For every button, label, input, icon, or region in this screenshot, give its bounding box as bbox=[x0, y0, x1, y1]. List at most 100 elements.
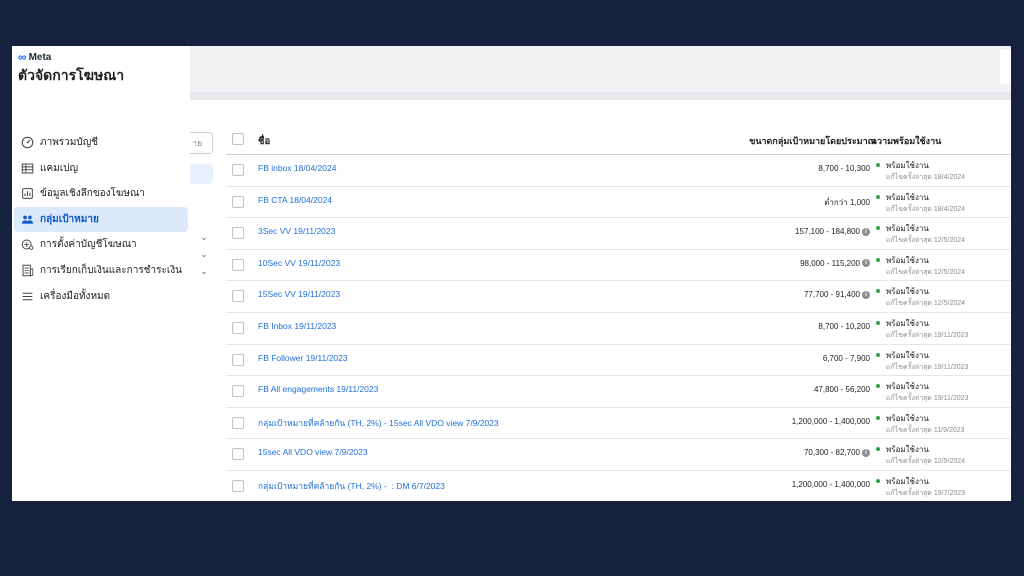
sidebar-item-6[interactable]: เครื่องมือทั้งหมด bbox=[14, 284, 188, 309]
sidebar-item-label: กลุ่มเป้าหมาย bbox=[40, 213, 99, 225]
status-dot-icon bbox=[876, 163, 880, 167]
chevron-down-icon[interactable]: ⌄ bbox=[199, 232, 209, 249]
row-checkbox[interactable] bbox=[232, 290, 244, 303]
table-row[interactable]: กลุ่มเป้าหมายที่คล้ายกัน (TH, 2%) - 15se… bbox=[226, 408, 1011, 440]
table-row[interactable]: 3Sec VV 19/11/2023 157,100 - 184,800 i พร้อ… bbox=[226, 218, 1011, 250]
status-label: พร้อมใช้งาน bbox=[886, 161, 929, 170]
last-edited-text: แก้ไขครั้งล่าสุด 11/9/2023 bbox=[886, 426, 965, 434]
sidebar-item-label: การตั้งค่าบัญชีโฆษณา bbox=[40, 239, 137, 251]
audience-name-link[interactable]: 3Sec VV 19/11/2023 bbox=[258, 226, 335, 236]
table-row[interactable]: 10Sec VV 19/11/2023 98,000 - 115,200 i พร้อ… bbox=[226, 250, 1011, 282]
sidebar-item-4[interactable]: การตั้งค่าบัญชีโฆษณา bbox=[14, 232, 188, 257]
audience-name-link[interactable]: 15sec All VDO view 7/9/2023 bbox=[258, 447, 368, 457]
table-row[interactable]: FB All engagements 19/11/2023 47,800 - 56… bbox=[226, 376, 1011, 408]
audience-name-link[interactable]: FB Inbox 19/11/2023 bbox=[258, 321, 336, 331]
row-checkbox[interactable] bbox=[232, 353, 244, 366]
audience-name-link[interactable]: กลุ่มเป้าหมายที่คล้ายกัน (TH, 2%) - ‍ : … bbox=[258, 479, 445, 493]
audience-size: 1,200,000 - 1,400,000 bbox=[792, 417, 870, 426]
table-row[interactable]: FB Follower 19/11/2023 6,700 - 7,900 พร้อม… bbox=[226, 345, 1011, 377]
info-icon[interactable]: i bbox=[862, 290, 870, 299]
column-header-size[interactable]: ขนาดกลุ่มเป้าหมายโดยประมาณ bbox=[749, 134, 876, 148]
audience-icon bbox=[20, 212, 34, 226]
table-row[interactable]: FB Inbox 19/11/2023 8,700 - 10,200 พร้อมใช… bbox=[226, 313, 1011, 345]
audience-size-value: 6,700 - 7,900 bbox=[822, 353, 870, 363]
row-checkbox[interactable] bbox=[232, 416, 244, 429]
row-checkbox[interactable] bbox=[232, 227, 244, 240]
sidebar-item-0[interactable]: ภาพรวมบัญชี bbox=[14, 130, 188, 155]
info-icon[interactable]: i bbox=[862, 448, 870, 457]
sidebar-item-label: ข้อมูลเชิงลึกของโฆษณา bbox=[40, 188, 145, 200]
sidebar-item-3[interactable]: กลุ่มเป้าหมาย bbox=[14, 206, 188, 232]
settings-icon bbox=[20, 238, 34, 252]
nav-chevrons: ⌄ ⌄ ⌄ bbox=[199, 232, 209, 283]
audience-size: 1,200,000 - 1,400,000 bbox=[792, 480, 870, 489]
status-label: พร้อมใช้งาน bbox=[886, 350, 929, 360]
meta-logo[interactable]: ∞ Meta bbox=[18, 50, 51, 64]
select-all-checkbox[interactable] bbox=[232, 133, 244, 145]
audience-size: 6,700 - 7,900 bbox=[823, 354, 870, 363]
insights-icon bbox=[20, 187, 34, 201]
audience-size-value: 157,100 - 184,800 bbox=[795, 227, 860, 237]
chevron-down-icon[interactable]: ⌄ bbox=[199, 266, 209, 283]
audience-name-link[interactable]: FB inbox 18/04/2024 bbox=[258, 163, 336, 173]
chevron-down-icon[interactable]: ⌄ bbox=[199, 249, 209, 266]
status-dot-icon bbox=[876, 352, 880, 357]
sidebar-item-2[interactable]: ข้อมูลเชิงลึกของโฆษณา bbox=[14, 181, 188, 206]
table-row[interactable]: 15sec All VDO view 7/9/2023 70,300 - 82,7… bbox=[226, 439, 1011, 471]
audience-size-value: 1,200,000 - 1,400,000 bbox=[791, 416, 870, 426]
status-label: พร้อมใช้งาน bbox=[886, 255, 929, 265]
status-label: พร้อมใช้งาน bbox=[886, 192, 929, 202]
top-bar-divider bbox=[190, 92, 1011, 100]
column-header-availability[interactable]: ความพร้อมใช้งาน bbox=[871, 134, 941, 148]
status-dot-icon bbox=[876, 447, 880, 452]
status-label: พร้อมใช้งาน bbox=[886, 287, 929, 297]
search-input-text: าย bbox=[192, 138, 203, 148]
audience-size: 47,800 - 56,200 bbox=[814, 385, 870, 394]
audience-name-link[interactable]: 15Sec VV 19/11/2023 bbox=[258, 289, 340, 299]
row-checkbox[interactable] bbox=[232, 164, 244, 176]
info-icon[interactable]: i bbox=[862, 259, 870, 268]
row-checkbox[interactable] bbox=[232, 479, 244, 492]
row-checkbox[interactable] bbox=[232, 321, 244, 334]
last-edited-text: แก้ไขครั้งล่าสุด 18/4/2024 bbox=[886, 205, 966, 213]
status-label: พร้อมใช้งาน bbox=[886, 382, 929, 392]
status-dot-icon bbox=[876, 384, 880, 389]
info-icon[interactable]: i bbox=[862, 227, 870, 236]
sidebar-item-1[interactable]: แคมเปญ bbox=[14, 156, 188, 181]
last-edited-text: แก้ไขครั้งล่าสุด 19/11/2023 bbox=[886, 363, 969, 371]
audience-name-link[interactable]: FB Follower 19/11/2023 bbox=[258, 353, 348, 363]
audience-size-value: 77,700 - 91,400 bbox=[803, 290, 860, 300]
status-dot-icon bbox=[876, 257, 880, 262]
menu-icon bbox=[20, 289, 34, 303]
status-dot-icon bbox=[876, 289, 880, 294]
audience-size: 70,300 - 82,700 i bbox=[804, 448, 870, 457]
audience-size-value: 70,300 - 82,700 bbox=[803, 448, 860, 458]
meta-logo-text: Meta bbox=[28, 51, 52, 63]
status-dot-icon bbox=[876, 194, 880, 199]
audience-name-link[interactable]: 10Sec VV 19/11/2023 bbox=[258, 258, 340, 268]
table-row[interactable]: 15Sec VV 19/11/2023 77,700 - 91,400 i พร้อม… bbox=[226, 281, 1011, 313]
billing-icon bbox=[20, 263, 34, 277]
audience-size-value: 1,200,000 - 1,400,000 bbox=[791, 479, 870, 489]
audience-name-link[interactable]: กลุ่มเป้าหมายที่คล้ายกัน (TH, 2%) - 15se… bbox=[258, 416, 499, 430]
row-checkbox[interactable] bbox=[232, 258, 244, 271]
column-header-name[interactable]: ชื่อ bbox=[258, 134, 270, 149]
last-edited-text: แก้ไขครั้งล่าสุด 12/5/2024 bbox=[886, 300, 966, 308]
last-edited-text: แก้ไขครั้งล่าสุด 12/5/2024 bbox=[886, 237, 966, 245]
table-row[interactable]: FB inbox 18/04/2024 8,700 - 10,300 พร้อมใช… bbox=[226, 155, 1011, 187]
sidebar-item-5[interactable]: การเรียกเก็บเงินและการชำระเงิน bbox=[14, 258, 188, 283]
audience-name-link[interactable]: FB All engagements 19/11/2023 bbox=[258, 384, 378, 394]
status-label: พร้อมใช้งาน bbox=[886, 445, 929, 455]
table-body: FB inbox 18/04/2024 8,700 - 10,300 พร้อมใช… bbox=[226, 155, 1011, 501]
sidebar-item-label: แคมเปญ bbox=[40, 162, 79, 174]
row-checkbox[interactable] bbox=[232, 448, 244, 461]
table-row[interactable]: FB CTA 18/04/2024 ต่ำกว่า 1,000 พร้อมใช้งา… bbox=[226, 187, 1011, 219]
audience-size: 8,700 - 10,200 bbox=[818, 322, 870, 331]
row-checkbox[interactable] bbox=[232, 385, 244, 398]
row-checkbox[interactable] bbox=[232, 195, 244, 208]
table-row[interactable]: กลุ่มเป้าหมายที่คล้ายกัน (TH, 2%) - ‍ : … bbox=[226, 471, 1011, 501]
audience-name-link[interactable]: FB CTA 18/04/2024 bbox=[258, 195, 332, 205]
search-input[interactable]: าย bbox=[190, 132, 213, 154]
audience-size-value: 8,700 - 10,200 bbox=[818, 321, 870, 331]
audience-size-value: 8,700 - 10,300 bbox=[818, 164, 870, 173]
